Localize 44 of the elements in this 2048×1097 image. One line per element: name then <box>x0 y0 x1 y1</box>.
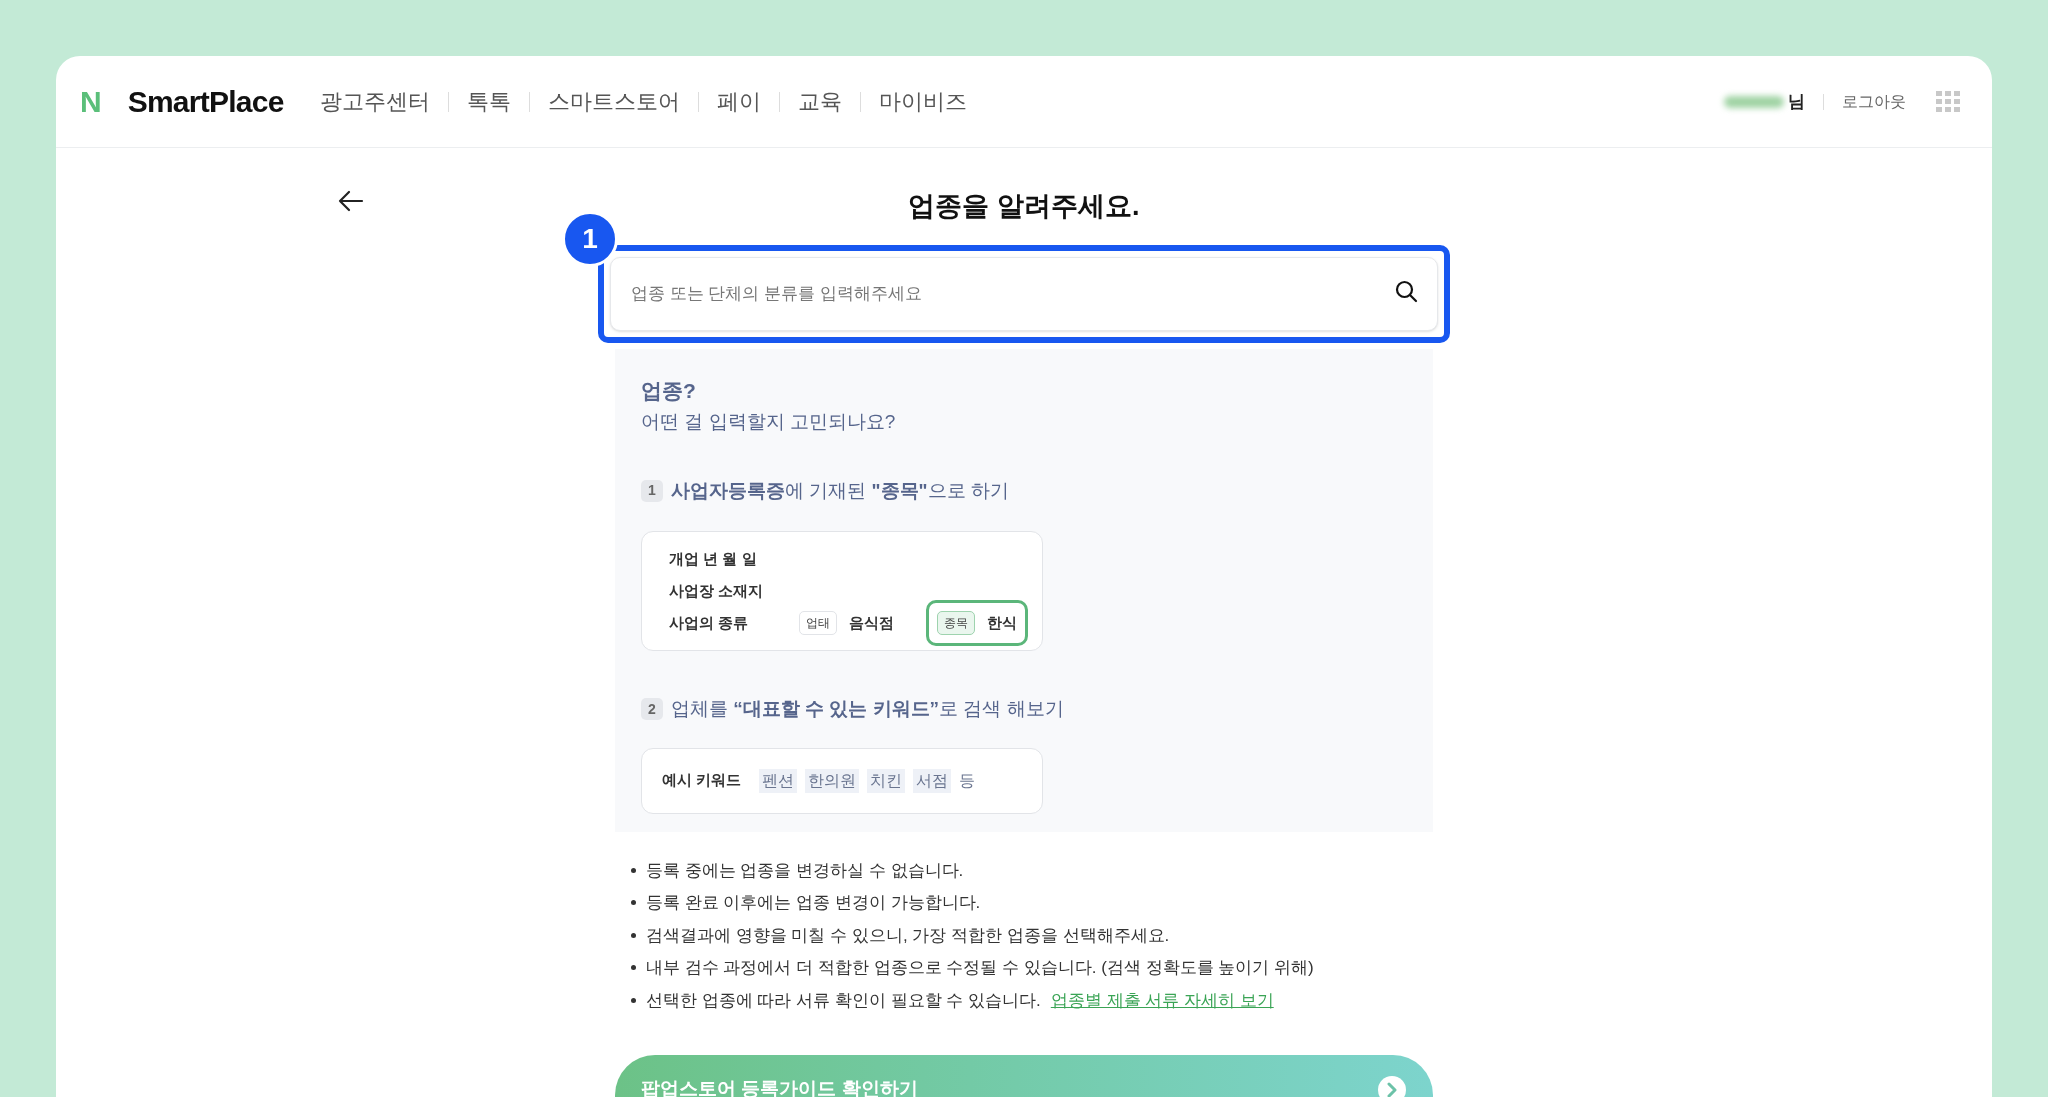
page-title: 업종을 알려주세요. <box>908 190 1140 223</box>
keyword-chip: 펜션 <box>759 768 798 793</box>
field-tag: 종목 <box>937 611 975 635</box>
certificate-field: 사업장 소재지 <box>669 579 801 603</box>
logo-mark: N <box>80 84 102 120</box>
keyword-chip: 치킨 <box>867 768 906 793</box>
nav-link[interactable]: 스마트스토어 <box>547 85 680 118</box>
nav-link[interactable]: 교육 <box>797 85 842 118</box>
search-icon[interactable] <box>1394 278 1418 303</box>
note-text: 등록 완료 이후에는 업종 변경이 가능합니다. <box>646 892 981 914</box>
note-text: 등록 중에는 업종을 변경하실 수 없습니다. <box>646 859 964 882</box>
bullet-icon <box>631 932 636 938</box>
note-text: 내부 검수 과정에서 더 적합한 업종으로 수정될 수 있습니다. (검색 정확도를 높이기 위해) <box>646 957 1314 979</box>
search-field[interactable]: 업종 또는 단체의 분류를 입력해주세요 <box>610 256 1438 331</box>
bullet-icon <box>631 997 636 1003</box>
step-instruction: 사업자등록증에 기재된 "종목"으로 하기 <box>671 478 1009 503</box>
nav-link[interactable]: 톡톡 <box>466 85 511 118</box>
nav-link[interactable]: 광고주센터 <box>319 85 430 118</box>
logout-link[interactable]: 로그아웃 <box>1842 89 1906 114</box>
step-number: 2 <box>641 698 663 721</box>
note-text: 선택한 업종에 따라 서류 확인이 필요할 수 있습니다. <box>646 989 1041 1012</box>
certificate-field: 개업 년 월 일 <box>669 547 801 571</box>
nav-link[interactable]: 페이 <box>716 85 761 118</box>
field-tag: 업태 <box>799 611 837 635</box>
keyword-label: 예시 키워드 <box>662 770 742 791</box>
keyword-chip: 서점 <box>913 768 952 793</box>
user-suffix: 님 <box>1788 90 1805 113</box>
bullet-icon <box>631 965 636 971</box>
blurred-username <box>1724 95 1784 108</box>
back-arrow-icon[interactable] <box>338 190 364 212</box>
field-value: 한식 <box>987 612 1017 633</box>
step-instruction: 업체를 “대표할 수 있는 키워드”로 검색 해보기 <box>671 697 1064 721</box>
logo-text[interactable]: SmartPlace <box>127 79 284 124</box>
help-subtitle: 어떤 걸 입력할지 고민되나요? <box>641 410 897 434</box>
bullet-icon <box>631 900 636 906</box>
keyword-chip: 한의원 <box>805 768 860 793</box>
bullet-icon <box>631 867 636 873</box>
note-text: 검색결과에 영향을 미칠 수 있으니, 가장 적합한 업종을 선택해주세요. <box>646 924 1170 947</box>
keyword-suffix: 등 <box>959 770 976 791</box>
field-value: 음식점 <box>849 612 894 633</box>
help-title: 업종? <box>641 377 697 404</box>
step-number: 1 <box>641 479 663 502</box>
certificate-field: 사업의 종류 <box>669 611 799 635</box>
nav-link[interactable]: 마이비즈 <box>878 85 967 118</box>
